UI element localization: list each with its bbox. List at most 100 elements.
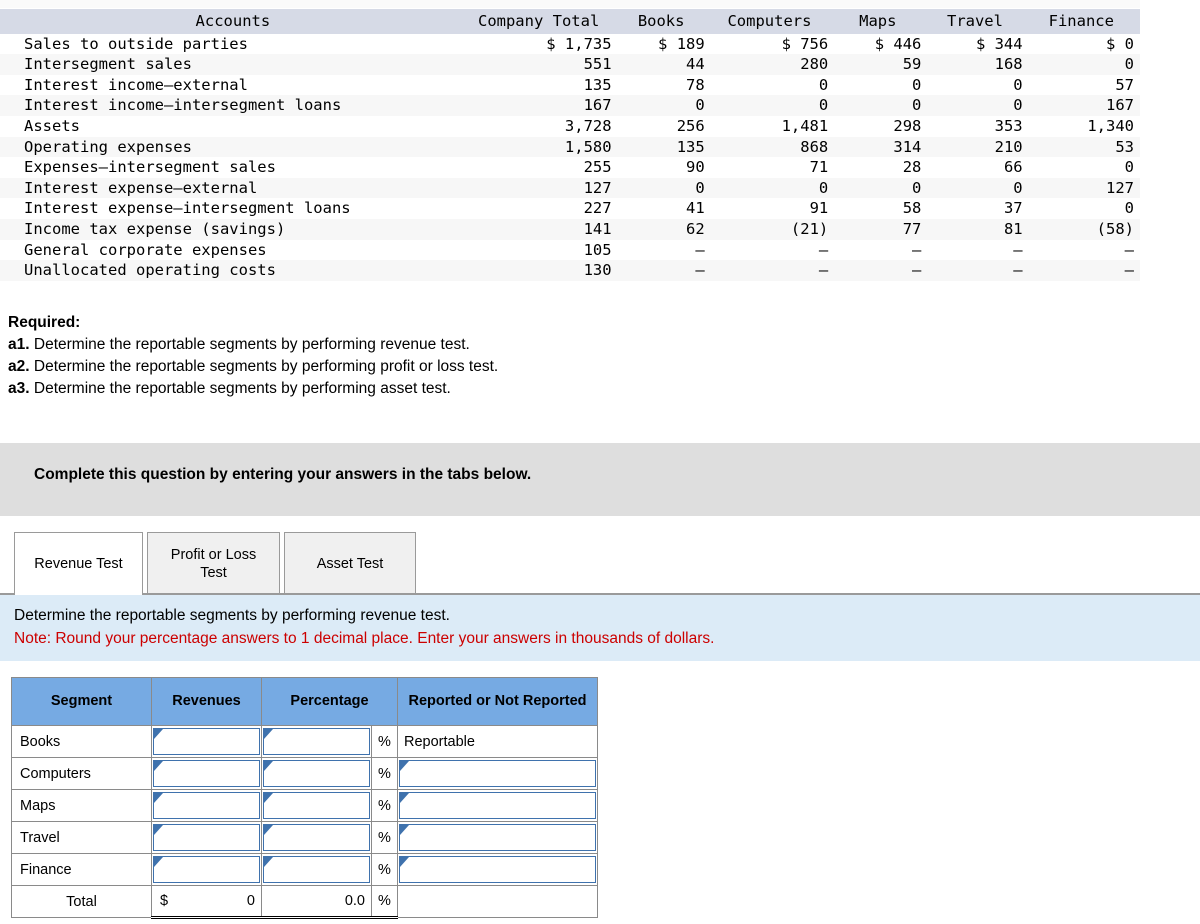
cell-finance: 0 xyxy=(1124,55,1134,74)
tab-asset-test-label: Asset Test xyxy=(316,556,384,572)
reported-cell-computers[interactable] xyxy=(397,757,598,790)
cell-computers: 1,481 xyxy=(781,116,829,135)
cell-computers: 0 xyxy=(818,75,829,94)
cell-finance: – xyxy=(1124,240,1134,259)
col-header-computers: Computers xyxy=(710,9,835,34)
table-row: Computers % xyxy=(11,757,598,790)
reported-cell-travel[interactable] xyxy=(397,821,598,854)
cell-books: $ 189 xyxy=(658,34,705,53)
cell-company-total: 130 xyxy=(583,261,612,280)
cell-company-total: 227 xyxy=(583,199,612,218)
revenues-cell-computers[interactable] xyxy=(151,757,262,790)
reported-input-finance[interactable] xyxy=(399,856,596,883)
total-currency-symbol: $ xyxy=(160,893,169,909)
reported-cell-finance[interactable] xyxy=(397,853,598,886)
col-header-maps: Maps xyxy=(834,9,928,34)
complete-question-text: Complete this question by entering your … xyxy=(34,466,532,483)
answer-col-header-revenues: Revenues xyxy=(151,677,262,726)
percentage-input-maps[interactable] xyxy=(263,792,370,819)
reported-input-computers[interactable] xyxy=(399,760,596,787)
total-percentage-value: 0.0 xyxy=(344,893,365,909)
cell-maps: 0 xyxy=(912,178,922,197)
table-row: Sales to outside parties $ 1,735 $ 189 $ 75… xyxy=(0,33,1140,55)
percentage-input-finance[interactable] xyxy=(263,856,370,883)
cell-company-total: 135 xyxy=(583,75,612,94)
tab-profit-or-loss-test[interactable]: Profit or Loss Test xyxy=(147,532,280,595)
reported-cell-maps[interactable] xyxy=(397,789,598,822)
row-label: Unallocated operating costs xyxy=(24,261,276,280)
required-item-a3-number: a3. xyxy=(8,380,30,397)
percentage-input-travel[interactable] xyxy=(263,824,370,851)
cell-finance: 127 xyxy=(1106,178,1134,197)
cell-books: 41 xyxy=(686,199,705,218)
revenues-input-maps[interactable] xyxy=(153,792,260,819)
cell-travel: 66 xyxy=(1003,158,1023,177)
revenues-input-books[interactable] xyxy=(153,728,260,755)
revenues-input-finance[interactable] xyxy=(153,856,260,883)
cell-maps: – xyxy=(912,240,922,259)
cell-books: 44 xyxy=(686,55,705,74)
row-label: Interest expense—intersegment loans xyxy=(24,199,351,218)
revenues-cell-maps[interactable] xyxy=(151,789,262,822)
cell-travel: 0 xyxy=(1013,75,1023,94)
cell-computers: (21) xyxy=(790,219,829,238)
revenues-cell-finance[interactable] xyxy=(151,853,262,886)
cell-books: – xyxy=(695,261,705,280)
required-item-a1-text: Determine the reportable segments by per… xyxy=(33,336,470,353)
revenues-input-travel[interactable] xyxy=(153,824,260,851)
percentage-input-books[interactable] xyxy=(263,728,370,755)
cell-company-total: 167 xyxy=(583,96,612,115)
reported-input-maps[interactable] xyxy=(399,792,596,819)
percentage-cell-maps[interactable] xyxy=(261,789,372,822)
total-reported-cell xyxy=(397,885,598,918)
tab-revenue-test[interactable]: Revenue Test xyxy=(14,532,143,595)
row-label: Income tax expense (savings) xyxy=(24,219,286,238)
table-row: Intersegment sales 551 44 280 59 168 0 xyxy=(0,54,1140,75)
table-row: Finance % xyxy=(11,853,598,886)
percentage-cell-finance[interactable] xyxy=(261,853,372,886)
table-row: Maps % xyxy=(11,789,598,822)
answer-table-header-row: Segment Revenues Percentage Reported or … xyxy=(11,677,598,726)
segment-data-table-container: Accounts Company Total Books Computers M… xyxy=(0,0,1140,281)
tab-asset-test[interactable]: Asset Test xyxy=(284,532,416,595)
percent-sign-total: % xyxy=(371,885,398,919)
required-section: Required: a1. Determine the reportable s… xyxy=(8,312,498,400)
row-label: Sales to outside parties xyxy=(24,34,248,53)
total-revenues-value: 0 xyxy=(246,893,255,909)
answer-table-body: Books % Reportable Computers % Maps % Tr… xyxy=(11,725,598,919)
cell-finance: 57 xyxy=(1115,75,1134,94)
cell-company-total: $ 1,735 xyxy=(546,34,612,53)
answer-col-header-percentage: Percentage xyxy=(261,677,398,726)
table-row: Interest expense—intersegment loans 227 41… xyxy=(0,198,1140,219)
cell-company-total: 3,728 xyxy=(564,116,612,135)
revenues-input-computers[interactable] xyxy=(153,760,260,787)
col-header-travel: Travel xyxy=(927,9,1029,34)
table-row: Interest income—intersegment loans 167 0 0 0… xyxy=(0,95,1140,116)
percent-sign-books: % xyxy=(371,725,398,758)
percentage-cell-travel[interactable] xyxy=(261,821,372,854)
reported-input-travel[interactable] xyxy=(399,824,596,851)
cell-books: 135 xyxy=(676,137,705,156)
segment-label-maps: Maps xyxy=(11,789,152,822)
cell-maps: 0 xyxy=(912,96,922,115)
cell-travel: – xyxy=(1013,240,1023,259)
percentage-cell-books[interactable] xyxy=(261,725,372,758)
cell-computers: – xyxy=(818,261,829,280)
percentage-cell-computers[interactable] xyxy=(261,757,372,790)
cell-maps: 77 xyxy=(902,219,922,238)
cell-books: 62 xyxy=(686,219,705,238)
col-header-finance: Finance xyxy=(1028,9,1140,34)
cell-maps: 0 xyxy=(912,75,922,94)
segment-label-finance: Finance xyxy=(11,853,152,886)
cell-travel: 168 xyxy=(994,55,1023,74)
cell-finance: (58) xyxy=(1096,219,1134,238)
revenues-cell-books[interactable] xyxy=(151,725,262,758)
cell-travel: $ 344 xyxy=(975,34,1023,53)
cell-books: – xyxy=(695,240,705,259)
cell-travel: 210 xyxy=(994,137,1023,156)
revenues-cell-travel[interactable] xyxy=(151,821,262,854)
revenue-test-answer-table: Segment Revenues Percentage Reported or … xyxy=(11,677,598,919)
cell-company-total: 551 xyxy=(583,55,612,74)
table-row: Interest income—external 135 78 0 0 0 57 xyxy=(0,74,1140,96)
percentage-input-computers[interactable] xyxy=(263,760,370,787)
